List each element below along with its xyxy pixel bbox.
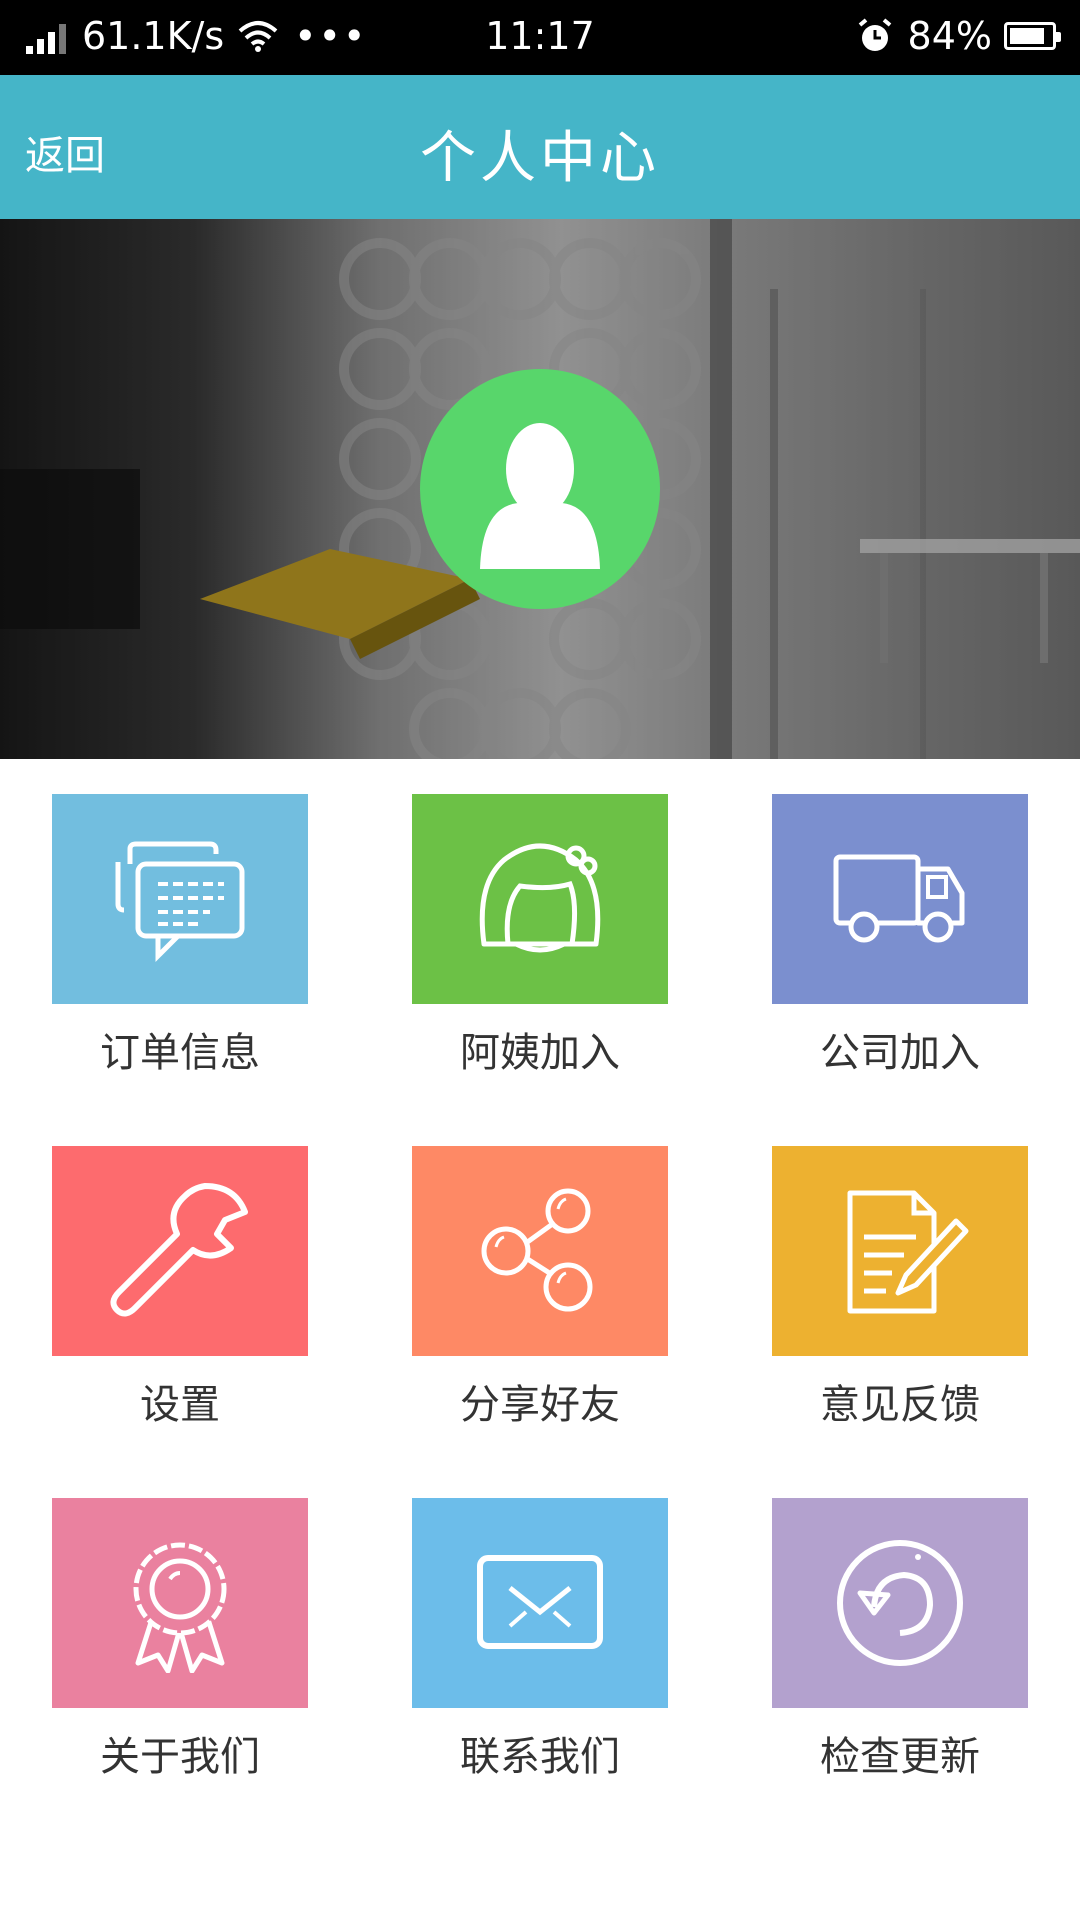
- chat-message-icon: [115, 841, 245, 963]
- menu-item-label: 分享好友: [460, 1382, 620, 1428]
- share-icon: [481, 1188, 593, 1312]
- alarm-icon: [858, 18, 891, 51]
- wrench-icon: [110, 1183, 248, 1317]
- menu-item-orders[interactable]: 订单信息: [52, 794, 308, 1078]
- menu-item-settings[interactable]: 设置: [52, 1146, 308, 1430]
- menu-tile-box[interactable]: [412, 794, 668, 1004]
- menu-item-auntie-join[interactable]: 阿姨加入: [412, 794, 668, 1078]
- menu-item-label: 检查更新: [820, 1734, 980, 1780]
- battery-icon: [1004, 22, 1061, 50]
- menu-tile-box[interactable]: [772, 1498, 1028, 1708]
- menu-item-contact-us[interactable]: 联系我们: [412, 1498, 668, 1782]
- award-ribbon-icon: [133, 1542, 227, 1673]
- user-avatar[interactable]: [420, 369, 660, 609]
- battery-fill: [1010, 28, 1044, 44]
- mail-icon: [477, 1555, 603, 1649]
- girl-face-icon: [479, 843, 601, 953]
- document-edit-icon: [847, 1190, 969, 1314]
- menu-item-label: 阿姨加入: [460, 1030, 620, 1076]
- menu-tile-box[interactable]: [772, 1146, 1028, 1356]
- menu-item-share[interactable]: 分享好友: [412, 1146, 668, 1430]
- menu-tile-box[interactable]: [412, 1498, 668, 1708]
- menu-item-label: 意见反馈: [820, 1382, 980, 1428]
- refresh-circle-icon: [837, 1540, 963, 1666]
- status-bar: 61.1K/s ••• 11:17 84%: [0, 0, 1080, 75]
- menu-tile-box[interactable]: [52, 1146, 308, 1356]
- menu-item-label: 联系我们: [460, 1734, 620, 1780]
- profile-banner: [0, 219, 1080, 759]
- truck-icon: [833, 854, 965, 943]
- menu-item-about-us[interactable]: 关于我们: [52, 1498, 308, 1782]
- menu-tile-box[interactable]: [52, 1498, 308, 1708]
- menu-item-company-join[interactable]: 公司加入: [772, 794, 1028, 1078]
- menu-item-label: 设置: [140, 1382, 220, 1428]
- user-avatar-icon: [480, 423, 600, 569]
- menu-item-label: 关于我们: [100, 1734, 260, 1780]
- menu-tile-box[interactable]: [412, 1146, 668, 1356]
- page-title: 个人中心: [420, 126, 660, 191]
- menu-item-label: 公司加入: [820, 1030, 980, 1076]
- top-bar: 返回 个人中心: [0, 75, 1080, 219]
- menu-item-label: 订单信息: [100, 1030, 260, 1076]
- battery-percent: 84%: [907, 14, 992, 58]
- menu-tile-box[interactable]: [52, 794, 308, 1004]
- menu-item-check-update[interactable]: 检查更新: [772, 1498, 1028, 1782]
- menu-tile-box[interactable]: [772, 794, 1028, 1004]
- menu-item-feedback[interactable]: 意见反馈: [772, 1146, 1028, 1430]
